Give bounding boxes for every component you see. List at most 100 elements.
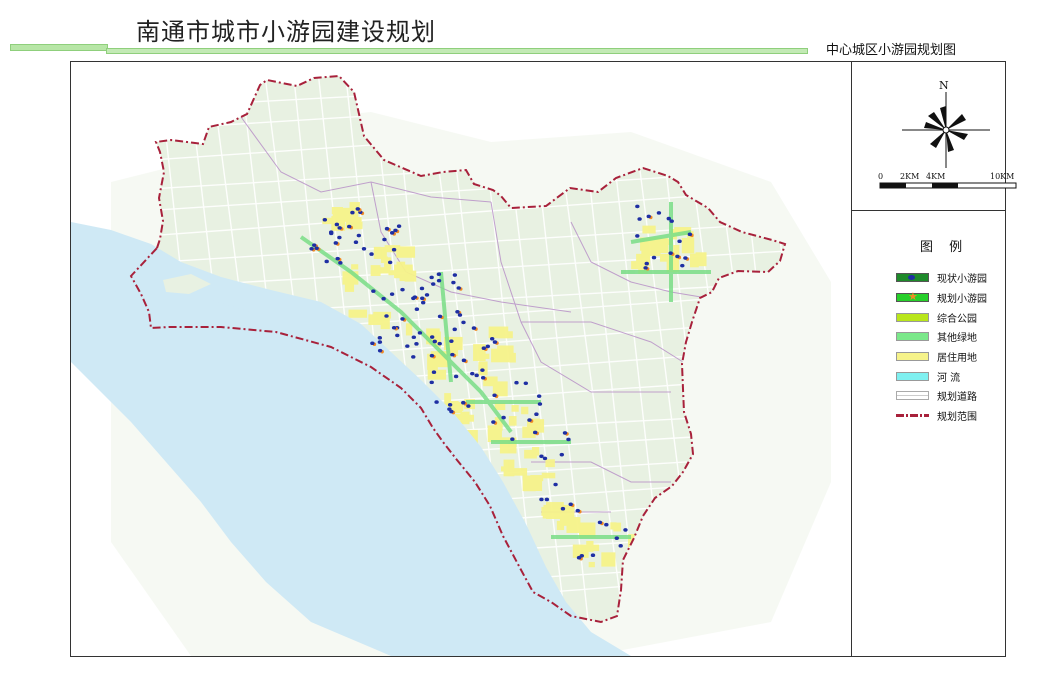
existing-park-marker[interactable] [646,214,651,219]
existing-park-marker[interactable] [437,314,443,319]
existing-park-marker[interactable] [534,412,539,417]
existing-park-marker[interactable] [461,400,466,405]
existing-park-marker[interactable] [414,342,419,346]
existing-park-marker[interactable] [389,231,395,235]
existing-park-marker[interactable] [389,292,395,296]
existing-park-marker[interactable] [429,275,434,280]
existing-park-marker[interactable] [333,241,339,245]
existing-park-marker[interactable] [457,313,463,317]
existing-park-marker[interactable] [579,553,585,558]
existing-park-marker[interactable] [337,235,342,240]
existing-park-marker[interactable] [384,226,390,231]
existing-park-marker[interactable] [347,224,352,229]
existing-park-marker[interactable] [447,407,452,411]
existing-park-marker[interactable] [371,289,376,293]
existing-park-marker[interactable] [687,232,693,237]
existing-park-marker[interactable] [537,402,543,406]
existing-park-marker[interactable] [335,256,340,261]
existing-park-marker[interactable] [391,247,397,252]
existing-park-marker[interactable] [544,497,550,502]
existing-park-marker[interactable] [396,224,402,228]
existing-park-marker[interactable] [420,296,425,301]
existing-park-marker[interactable] [451,280,456,285]
existing-park-marker[interactable] [492,340,498,344]
existing-park-marker[interactable] [532,430,538,435]
existing-park-marker[interactable] [377,348,383,353]
existing-park-marker[interactable] [683,256,688,260]
existing-park-marker[interactable] [405,344,410,348]
existing-park-marker[interactable] [480,368,485,372]
existing-park-marker[interactable] [675,254,680,259]
planning-map[interactable] [71,62,851,656]
existing-park-marker[interactable] [461,320,466,325]
existing-park-marker[interactable] [635,204,640,209]
existing-park-marker[interactable] [510,437,515,441]
existing-park-marker[interactable] [431,282,436,286]
existing-park-marker[interactable] [590,553,596,558]
existing-park-marker[interactable] [466,404,471,408]
existing-park-marker[interactable] [485,344,491,349]
existing-park-marker[interactable] [614,536,619,540]
existing-park-marker[interactable] [312,243,317,247]
existing-park-marker[interactable] [449,339,454,343]
existing-park-marker[interactable] [424,293,430,297]
existing-park-marker[interactable] [644,261,649,266]
existing-park-marker[interactable] [643,266,648,270]
existing-park-marker[interactable] [411,335,417,340]
existing-park-marker[interactable] [680,263,685,268]
existing-park-marker[interactable] [369,252,374,256]
existing-park-marker[interactable] [395,333,400,338]
existing-park-marker[interactable] [420,300,426,305]
existing-park-marker[interactable] [377,340,383,344]
existing-park-marker[interactable] [381,296,386,301]
existing-park-marker[interactable] [539,454,544,459]
existing-park-marker[interactable] [370,341,375,346]
existing-park-marker[interactable] [400,317,405,321]
existing-park-marker[interactable] [452,273,458,277]
existing-park-marker[interactable] [514,380,519,385]
existing-park-marker[interactable] [417,331,423,335]
existing-park-marker[interactable] [453,374,459,379]
existing-park-marker[interactable] [474,373,479,378]
existing-park-marker[interactable] [618,544,623,548]
existing-park-marker[interactable] [651,255,657,260]
existing-park-marker[interactable] [432,339,437,344]
existing-park-marker[interactable] [429,380,434,385]
existing-park-marker[interactable] [324,259,329,264]
existing-park-marker[interactable] [553,482,558,487]
existing-park-marker[interactable] [338,261,343,265]
existing-park-marker[interactable] [391,325,397,330]
existing-park-marker[interactable] [536,394,542,398]
existing-park-marker[interactable] [461,358,467,363]
existing-park-marker[interactable] [637,217,642,221]
existing-park-marker[interactable] [429,353,435,358]
existing-park-marker[interactable] [419,286,425,291]
existing-park-marker[interactable] [314,246,319,251]
existing-park-marker[interactable] [566,437,571,442]
existing-park-marker[interactable] [355,207,360,211]
existing-park-marker[interactable] [480,375,486,380]
existing-park-marker[interactable] [666,216,671,221]
existing-park-marker[interactable] [447,402,453,407]
existing-park-marker[interactable] [575,508,580,513]
existing-park-marker[interactable] [382,237,387,242]
existing-park-marker[interactable] [431,370,437,375]
existing-park-marker[interactable] [604,522,609,527]
existing-park-marker[interactable] [455,309,460,314]
existing-park-marker[interactable] [387,260,393,265]
existing-park-marker[interactable] [539,497,544,502]
existing-park-marker[interactable] [436,278,442,283]
existing-park-marker[interactable] [481,346,487,351]
existing-park-marker[interactable] [489,336,495,341]
existing-park-marker[interactable] [329,231,334,236]
existing-park-marker[interactable] [411,355,416,359]
existing-park-marker[interactable] [353,240,359,244]
existing-park-marker[interactable] [437,341,442,346]
existing-park-marker[interactable] [322,217,328,222]
existing-park-marker[interactable] [668,251,673,255]
existing-park-marker[interactable] [350,210,355,215]
existing-park-marker[interactable] [356,233,362,238]
existing-park-marker[interactable] [523,381,529,386]
existing-park-marker[interactable] [527,418,532,422]
existing-park-marker[interactable] [414,307,420,312]
